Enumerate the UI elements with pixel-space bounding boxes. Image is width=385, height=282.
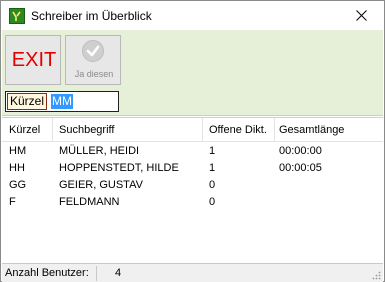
ja-diesen-label: Ja diesen xyxy=(74,69,114,79)
resize-grip-icon[interactable] xyxy=(371,270,381,280)
title-bar[interactable]: Schreiber im Überblick xyxy=(1,1,384,30)
kuerzel-search-input[interactable]: MM xyxy=(51,94,73,109)
cell-suchbegriff: GEIER, GUSTAV xyxy=(59,179,143,191)
user-count-value: 4 xyxy=(115,267,122,279)
cell-kuerzel: GG xyxy=(9,179,27,191)
schreiber-table: Kürzel Suchbegriff Offene Dikt. Gesamtlä… xyxy=(2,117,383,263)
kuerzel-search-label: Kürzel xyxy=(7,93,48,110)
window-title: Schreiber im Überblick xyxy=(31,9,152,23)
cell-gesamtlaenge: 00:00:00 xyxy=(279,145,322,157)
column-header-suchbegriff[interactable]: Suchbegriff xyxy=(59,124,114,136)
cell-suchbegriff: MÜLLER, HEIDI xyxy=(59,145,140,157)
check-icon xyxy=(82,40,104,62)
table-header: Kürzel Suchbegriff Offene Dikt. Gesamtlä… xyxy=(2,118,383,142)
cell-kuerzel: F xyxy=(9,196,16,208)
cell-kuerzel: HM xyxy=(9,145,27,157)
app-window: Schreiber im Überblick EXIT Ja diesen Kü… xyxy=(0,0,385,282)
status-divider xyxy=(96,266,97,281)
exit-label: EXIT xyxy=(11,49,57,71)
column-header-offene-dikt[interactable]: Offene Dikt. xyxy=(209,124,267,136)
column-header-kuerzel[interactable]: Kürzel xyxy=(9,124,40,136)
column-divider[interactable] xyxy=(52,118,53,142)
table-row[interactable]: GG GEIER, GUSTAV 0 xyxy=(2,177,383,194)
column-divider[interactable] xyxy=(274,118,275,142)
cell-offene-dikt: 0 xyxy=(209,196,216,208)
cell-offene-dikt: 1 xyxy=(209,162,216,174)
table-row[interactable]: HH HOPPENSTEDT, HILDE 1 00:00:05 xyxy=(2,160,383,177)
status-bar: Anzahl Benutzer: 4 xyxy=(2,263,383,282)
cell-offene-dikt: 1 xyxy=(209,145,216,157)
close-button[interactable] xyxy=(339,1,384,30)
column-header-gesamtlaenge[interactable]: Gesamtlänge xyxy=(279,124,344,136)
cell-suchbegriff: HOPPENSTEDT, HILDE xyxy=(59,162,179,174)
cell-offene-dikt: 0 xyxy=(209,179,216,191)
ja-diesen-button[interactable]: Ja diesen xyxy=(65,35,121,85)
cell-suchbegriff: FELDMANN xyxy=(59,196,120,208)
close-icon xyxy=(356,10,367,21)
toolbar-panel: EXIT Ja diesen Kürzel MM xyxy=(2,30,383,116)
table-row[interactable]: HM MÜLLER, HEIDI 1 00:00:00 xyxy=(2,143,383,160)
column-divider[interactable] xyxy=(202,118,203,142)
exit-button[interactable]: EXIT xyxy=(5,35,61,85)
kuerzel-search-field[interactable]: Kürzel MM xyxy=(5,91,119,112)
table-row[interactable]: F FELDMANN 0 xyxy=(2,194,383,211)
user-count-label: Anzahl Benutzer: xyxy=(5,267,89,279)
app-logo-icon xyxy=(9,8,25,24)
cell-gesamtlaenge: 00:00:05 xyxy=(279,162,322,174)
cell-kuerzel: HH xyxy=(9,162,25,174)
